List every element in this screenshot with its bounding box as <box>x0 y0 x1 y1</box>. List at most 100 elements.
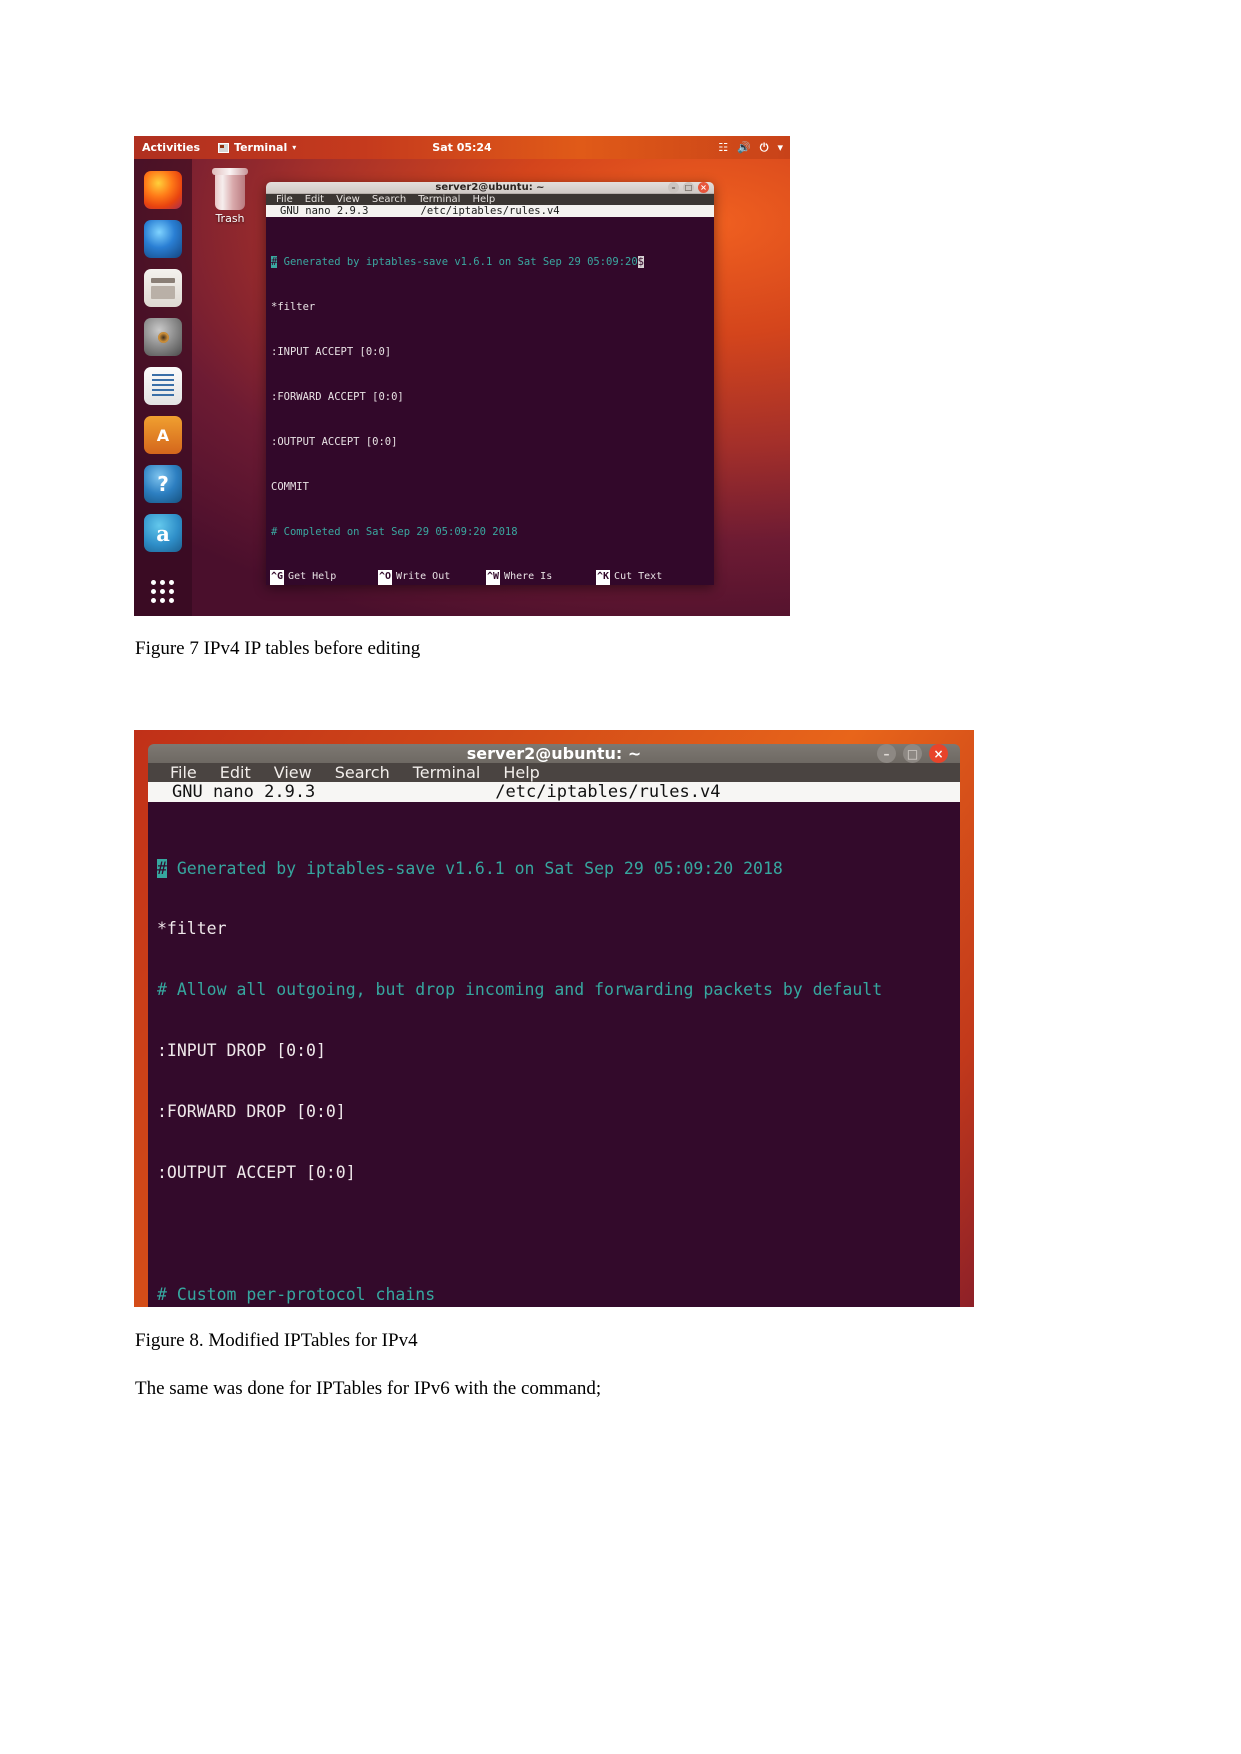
dock-item-writer[interactable] <box>144 367 182 405</box>
dock-item-amazon[interactable] <box>144 514 182 552</box>
window-controls[interactable]: – □ × <box>668 182 709 193</box>
shortcut-get-help[interactable]: ^G Get Help <box>270 570 378 584</box>
titlebar[interactable]: server2@ubuntu: ~ – □ × <box>148 744 960 763</box>
terminal-icon <box>218 142 230 153</box>
minimize-button[interactable]: – <box>668 182 679 193</box>
menu-view[interactable]: View <box>274 763 312 782</box>
editor-line: :FORWARD DROP [0:0] <box>157 1102 346 1122</box>
window-title: server2@ubuntu: ~ <box>466 744 642 763</box>
menu-help[interactable]: Help <box>503 763 539 782</box>
ubuntu-dock[interactable] <box>134 159 192 616</box>
menu-edit[interactable]: Edit <box>305 194 324 205</box>
shortcut-key: ^G <box>270 570 285 584</box>
gnome-top-bar: Activities Terminal ▾ Sat 05:24 ☷ 🔊 ⏻ ▾ <box>134 136 790 159</box>
editor-line: :INPUT DROP [0:0] <box>157 1041 326 1061</box>
line-overflow-marker: $ <box>637 256 644 268</box>
nano-editor-body-2[interactable]: # Generated by iptables-save v1.6.1 on S… <box>148 802 960 1307</box>
activities-button[interactable]: Activities <box>142 141 200 154</box>
shortcut-replace[interactable]: ^\Replace <box>486 584 596 585</box>
nano-filename: /etc/iptables/rules.v4 <box>495 782 721 802</box>
editor-line: :FORWARD ACCEPT [0:0] <box>271 391 404 403</box>
editor-line: *filter <box>271 301 316 313</box>
close-button[interactable]: × <box>929 744 948 763</box>
shortcut-row: ^G Get Help ^O Write Out ^W Where Is ^K Cut … <box>270 570 714 584</box>
shortcut-label: Exit <box>288 584 312 585</box>
dock-item-rhythmbox[interactable] <box>144 318 182 356</box>
figure-7-caption: Figure 7 IPv4 IP tables before editing <box>135 638 421 659</box>
cursor-block: # <box>157 858 167 878</box>
shortcut-exit[interactable]: ^XExit <box>270 584 378 585</box>
editor-line: # Generated by iptables-save v1.6.1 on S… <box>270 255 714 270</box>
shortcut-cut-text[interactable]: ^K Cut Text <box>596 570 662 584</box>
shortcut-label: Read File <box>396 584 450 585</box>
window-title: server2@ubuntu: ~ <box>435 182 545 193</box>
chevron-down-icon: ▾ <box>292 143 297 152</box>
nano-version: GNU nano 2.9.3 <box>280 205 369 217</box>
app-menu-terminal[interactable]: Terminal ▾ <box>218 141 296 154</box>
menu-terminal[interactable]: Terminal <box>413 763 481 782</box>
terminal-menubar[interactable]: File Edit View Search Terminal Help <box>266 194 714 205</box>
editor-line-text: Generated by iptables-save v1.6.1 on Sat… <box>166 858 783 878</box>
editor-line: # Completed on Sat Sep 29 05:09:20 2018 <box>271 526 518 538</box>
power-icon: ⏻ <box>759 141 769 154</box>
menu-terminal[interactable]: Terminal <box>418 194 460 205</box>
shortcut-row: ^XExit ^RRead File ^\Replace ^UUncut Tex… <box>270 584 714 585</box>
show-applications-icon[interactable] <box>144 572 182 610</box>
maximize-button[interactable]: □ <box>903 744 922 763</box>
network-icon: ☷ <box>718 141 729 154</box>
dock-item-thunderbird[interactable] <box>144 220 182 258</box>
editor-line: :OUTPUT ACCEPT [0:0] <box>157 1163 356 1183</box>
terminal-menubar[interactable]: File Edit View Search Terminal Help <box>148 763 960 782</box>
desktop-icon-label: Trash <box>215 212 245 225</box>
shortcut-label: Get Help <box>288 571 337 582</box>
volume-icon: 🔊 <box>737 141 751 154</box>
shortcut-where-is[interactable]: ^W Where Is <box>486 570 596 584</box>
editor-line: *filter <box>157 919 227 939</box>
desktop-icon-trash[interactable]: Trash <box>202 168 258 225</box>
editor-line: COMMIT <box>271 481 309 493</box>
shortcut-read-file[interactable]: ^RRead File <box>378 584 486 585</box>
menu-help[interactable]: Help <box>472 194 495 205</box>
dock-item-files[interactable] <box>144 269 182 307</box>
shortcut-label: Replace <box>504 584 546 585</box>
editor-line-text: Generated by iptables-save v1.6.1 on Sat… <box>277 256 638 268</box>
shortcut-key: ^X <box>270 584 285 585</box>
terminal-window-2: server2@ubuntu: ~ – □ × File Edit View S… <box>148 744 960 1307</box>
shortcut-key: ^O <box>378 570 393 584</box>
menu-search[interactable]: Search <box>335 763 390 782</box>
shortcut-uncut-text[interactable]: ^UUncut Text <box>596 584 674 585</box>
nano-shortcut-bar-1: ^G Get Help ^O Write Out ^W Where Is ^K Cut … <box>266 570 714 585</box>
shortcut-key: ^K <box>596 570 611 584</box>
dock-item-firefox[interactable] <box>144 171 182 209</box>
maximize-button[interactable]: □ <box>683 182 694 193</box>
chevron-down-icon: ▾ <box>777 141 783 154</box>
window-controls[interactable]: – □ × <box>877 744 948 763</box>
nano-editor-body-1[interactable]: # Generated by iptables-save v1.6.1 on S… <box>266 217 714 570</box>
shortcut-write-out[interactable]: ^O Write Out <box>378 570 486 584</box>
shortcut-label: Cut Text <box>614 571 663 582</box>
menu-search[interactable]: Search <box>372 194 406 205</box>
editor-line: # Custom per-protocol chains <box>157 1284 436 1304</box>
minimize-button[interactable]: – <box>877 744 896 763</box>
nano-version: GNU nano 2.9.3 <box>172 782 316 802</box>
titlebar[interactable]: server2@ubuntu: ~ – □ × <box>266 182 714 194</box>
close-button[interactable]: × <box>698 182 709 193</box>
editor-line: # Allow all outgoing, but drop incoming … <box>157 980 883 1000</box>
dock-item-software[interactable] <box>144 416 182 454</box>
menu-view[interactable]: View <box>336 194 360 205</box>
menu-file[interactable]: File <box>276 194 293 205</box>
menu-edit[interactable]: Edit <box>220 763 251 782</box>
shortcut-label: Write Out <box>396 571 451 582</box>
nano-filename: /etc/iptables/rules.v4 <box>420 205 560 217</box>
dock-item-help[interactable] <box>144 465 182 503</box>
shortcut-label: Uncut Text <box>614 584 674 585</box>
shortcut-key: ^R <box>378 584 393 585</box>
nano-header: GNU nano 2.9.3 /etc/iptables/rules.v4 <box>148 782 960 802</box>
editor-line: :INPUT ACCEPT [0:0] <box>271 346 392 358</box>
figure-8-caption: Figure 8. Modified IPTables for IPv4 <box>135 1330 418 1351</box>
system-tray[interactable]: ☷ 🔊 ⏻ ▾ <box>718 142 783 153</box>
editor-line: # Generated by iptables-save v1.6.1 on S… <box>157 858 960 879</box>
shortcut-label: Where Is <box>504 571 553 582</box>
menu-file[interactable]: File <box>170 763 197 782</box>
